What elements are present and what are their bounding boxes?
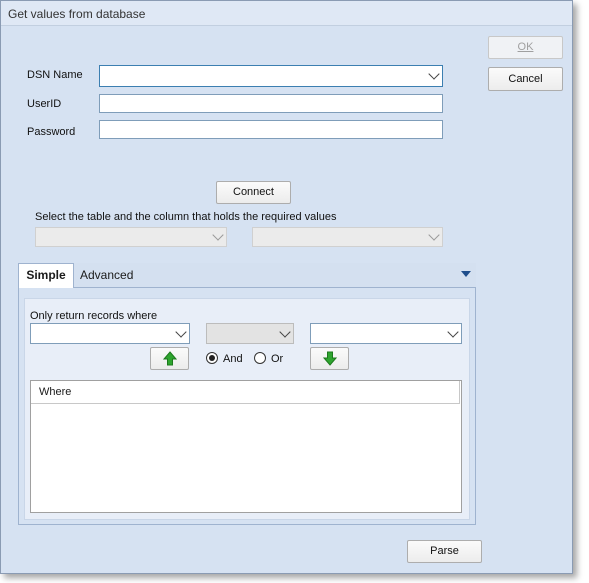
tab-simple-label: Simple (26, 268, 66, 282)
parse-button[interactable]: Parse (407, 540, 482, 563)
tab-simple[interactable]: Simple (18, 263, 74, 288)
chevron-down-icon (212, 229, 224, 241)
chevron-down-icon (428, 68, 440, 80)
dsn-name-combo[interactable] (99, 65, 443, 87)
where-grid[interactable]: Where (30, 380, 462, 513)
and-radio[interactable] (206, 352, 218, 364)
column-combo[interactable] (252, 227, 443, 247)
chevron-down-icon (428, 229, 440, 241)
chevron-down-icon (279, 325, 291, 338)
connect-button-label: Connect (233, 186, 274, 198)
title-bar: Get values from database (1, 1, 572, 26)
chevron-down-icon (447, 325, 459, 338)
arrow-down-icon (322, 351, 337, 366)
userid-input[interactable] (99, 94, 443, 113)
cancel-button-label: Cancel (508, 73, 543, 85)
and-label: And (223, 353, 243, 365)
arrow-up-icon (162, 351, 177, 366)
ok-button-label: OK (517, 41, 534, 53)
password-label: Password (27, 126, 76, 138)
chevron-down-icon (175, 325, 187, 338)
filter-value-combo[interactable] (310, 323, 462, 344)
where-header-label: Where (39, 386, 72, 398)
password-input[interactable] (99, 120, 443, 139)
tab-advanced[interactable]: Advanced (80, 268, 133, 282)
cancel-button[interactable]: Cancel (488, 67, 563, 91)
move-up-button[interactable] (150, 347, 189, 370)
window-title: Get values from database (8, 7, 146, 21)
tab-advanced-label: Advanced (80, 268, 134, 282)
connect-button[interactable]: Connect (216, 181, 291, 204)
table-combo[interactable] (35, 227, 227, 247)
filter-label: Only return records where (30, 310, 158, 322)
move-down-button[interactable] (310, 347, 349, 370)
where-column-header[interactable]: Where (31, 381, 460, 404)
caret-down-icon[interactable] (461, 271, 471, 277)
filter-field-combo[interactable] (30, 323, 190, 344)
parse-button-label: Parse (430, 545, 459, 557)
or-label: Or (271, 353, 284, 365)
userid-label: UserID (27, 98, 62, 110)
filter-operator-combo[interactable] (206, 323, 294, 344)
dsn-name-label: DSN Name (27, 69, 83, 81)
table-column-label: Select the table and the column that hol… (35, 211, 337, 223)
ok-button[interactable]: OK (488, 36, 563, 59)
or-radio[interactable] (254, 352, 266, 364)
